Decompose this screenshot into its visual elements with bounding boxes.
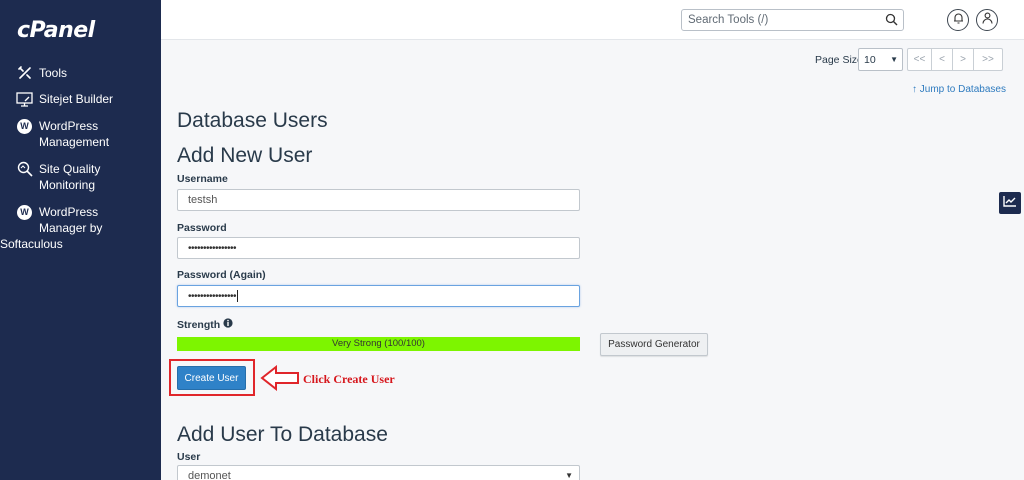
- user-icon: [981, 11, 993, 29]
- page-size-label: Page Size: [815, 54, 863, 66]
- sidebar-item-wordpress-management[interactable]: W WordPress Management: [0, 116, 161, 159]
- user-select-value: demonet: [188, 470, 231, 480]
- sidebar: cPanel Tools Sitejet Builder W WordPress…: [0, 0, 161, 480]
- sidebar-item-label: WordPress: [39, 119, 99, 133]
- annotation-text: Click Create User: [303, 372, 395, 386]
- sidebar-item-label: Manager by: [39, 221, 103, 235]
- pagination-bar: Page Size 10 ▼ << < > >>: [0, 48, 1024, 72]
- sidebar-item-label: Softaculous: [0, 237, 63, 251]
- wordpress-icon: W: [16, 204, 33, 220]
- username-field[interactable]: testsh: [177, 189, 580, 211]
- text-cursor: [237, 290, 239, 303]
- last-page-button[interactable]: >>: [974, 49, 1002, 70]
- password-again-label: Password (Again): [177, 269, 266, 281]
- add-new-user-heading: Add New User: [177, 144, 313, 167]
- stats-panel-toggle[interactable]: [999, 192, 1021, 214]
- wordpress-icon: W: [16, 118, 33, 134]
- site-quality-icon: [16, 161, 33, 177]
- page-buttons: << < > >>: [907, 48, 1003, 71]
- info-icon[interactable]: [223, 318, 233, 331]
- strength-label-row: Strength: [177, 318, 233, 331]
- create-user-button[interactable]: Create User: [177, 366, 246, 390]
- bell-icon: [953, 11, 964, 29]
- strength-meter: Very Strong (100/100): [177, 337, 580, 351]
- cpanel-logo[interactable]: cPanel: [17, 18, 95, 43]
- chevron-down-icon: ▼: [890, 55, 898, 64]
- username-value: testsh: [188, 194, 218, 206]
- password-generator-button[interactable]: Password Generator: [600, 333, 708, 356]
- password-label: Password: [177, 222, 227, 234]
- sidebar-item-site-quality-monitoring[interactable]: Site Quality Monitoring: [0, 159, 161, 202]
- annotation-arrow-icon: [260, 364, 300, 396]
- sidebar-item-label: Sitejet Builder: [39, 92, 114, 106]
- password-again-field[interactable]: ••••••••••••••••: [177, 285, 580, 307]
- arrow-up-icon: ↑: [912, 84, 917, 95]
- password-field[interactable]: ••••••••••••••••: [177, 237, 580, 259]
- page-title: Database Users: [177, 109, 328, 132]
- password-value: ••••••••••••••••: [188, 243, 237, 254]
- top-bar: [161, 0, 1024, 40]
- jump-to-databases-link[interactable]: ↑ Jump to Databases: [912, 84, 1006, 95]
- notifications-button[interactable]: [947, 9, 969, 31]
- search-box[interactable]: [681, 9, 904, 31]
- sidebar-item-label: WordPress: [39, 205, 99, 219]
- next-page-button[interactable]: >: [953, 49, 974, 70]
- password-again-value: ••••••••••••••••: [188, 291, 237, 302]
- jump-link-label: Jump to Databases: [919, 84, 1006, 95]
- sidebar-item-label: Site Quality: [39, 162, 101, 176]
- sidebar-item-label: Management: [39, 135, 110, 149]
- chevron-down-icon: ▼: [565, 471, 573, 480]
- add-user-to-database-heading: Add User To Database: [177, 423, 388, 446]
- sidebar-item-label: Monitoring: [39, 178, 96, 192]
- user-menu-button[interactable]: [976, 9, 998, 31]
- sidebar-item-wordpress-manager-softaculous[interactable]: W WordPress Manager by Softaculous: [0, 202, 161, 262]
- sidebar-item-sitejet-builder[interactable]: Sitejet Builder: [0, 89, 161, 116]
- username-label: Username: [177, 173, 228, 185]
- strength-label: Strength: [177, 318, 221, 331]
- sitejet-icon: [16, 91, 33, 107]
- user-label: User: [177, 451, 201, 463]
- prev-page-button[interactable]: <: [932, 49, 953, 70]
- search-input[interactable]: [682, 10, 872, 30]
- page-size-select[interactable]: 10 ▼: [858, 48, 903, 71]
- sidebar-nav: Tools Sitejet Builder W WordPress Manage…: [0, 62, 161, 262]
- chart-icon: [1003, 194, 1017, 212]
- page-size-value: 10: [864, 54, 876, 66]
- search-icon[interactable]: [885, 13, 898, 31]
- first-page-button[interactable]: <<: [908, 49, 932, 70]
- user-select[interactable]: demonet ▼: [177, 465, 580, 480]
